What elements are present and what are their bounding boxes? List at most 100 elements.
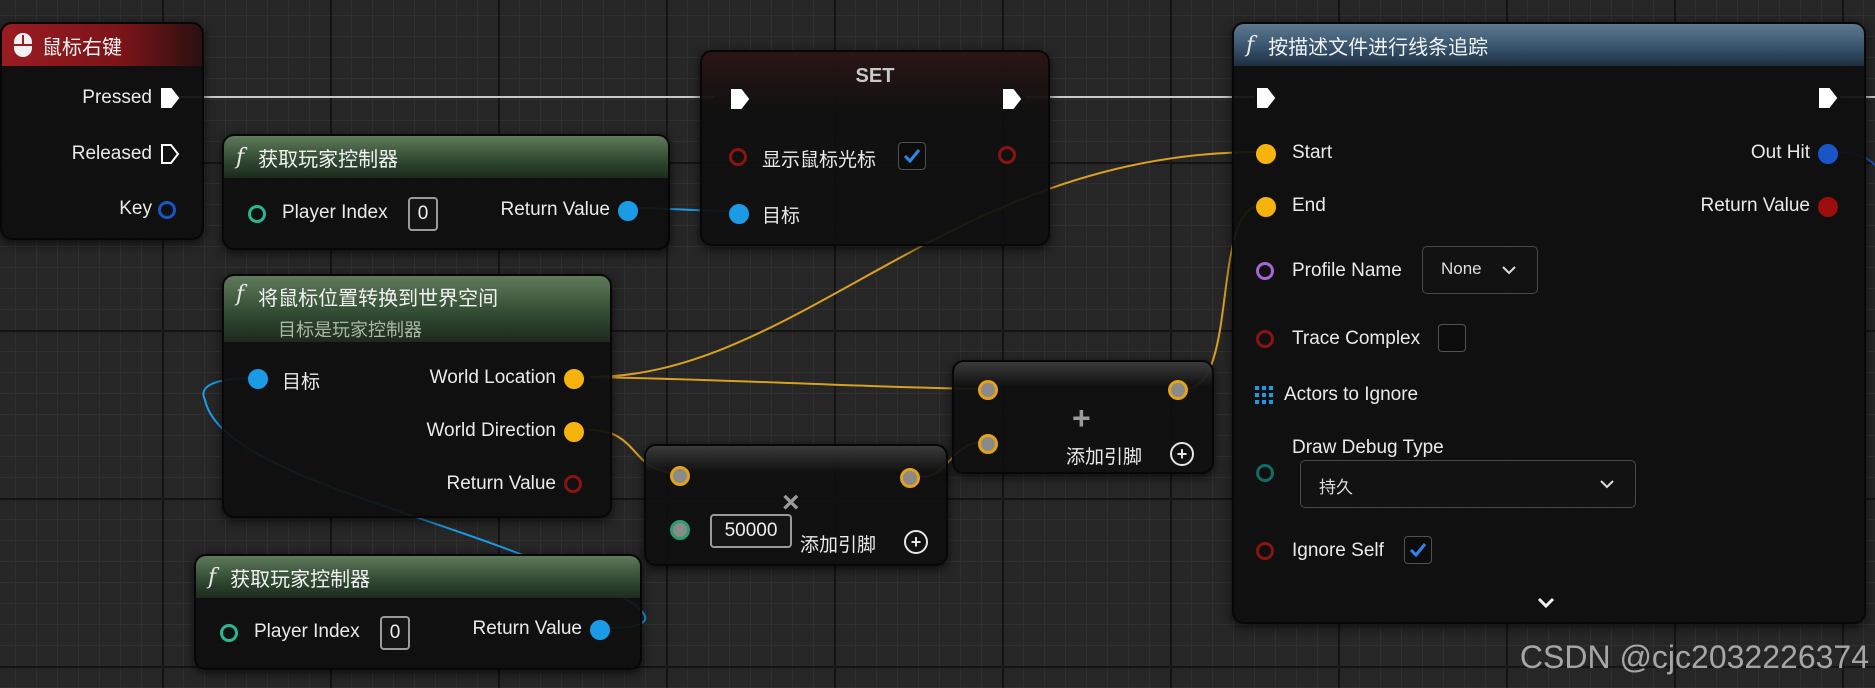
show-cursor-out-pin[interactable]	[998, 146, 1016, 164]
draw-debug-type-pin[interactable]	[1256, 464, 1274, 482]
add-in-b-pin[interactable]	[978, 434, 998, 454]
ignore-self-pin[interactable]	[1256, 542, 1274, 560]
player-index-value-2[interactable]: 0	[380, 616, 410, 650]
add-pin-icon[interactable]: +	[1170, 442, 1194, 466]
add-node[interactable]: + 添加引脚 +	[952, 360, 1214, 474]
world-direction-label: World Direction	[426, 420, 556, 441]
event-node-right-mouse[interactable]: 鼠标右键 Pressed Released Key	[0, 22, 204, 240]
chevron-down-icon	[1502, 266, 1516, 275]
multiply-node[interactable]: × 50000 添加引脚 +	[644, 444, 948, 566]
profile-name-pin[interactable]	[1256, 262, 1274, 280]
get-player-controller-node-1[interactable]: f 获取玩家控制器 Player Index 0 Return Value	[222, 134, 670, 250]
add-out-pin[interactable]	[1168, 380, 1188, 400]
world-location-pin[interactable]	[564, 369, 584, 389]
deproject-return-pin[interactable]	[564, 475, 582, 493]
convert-mouse-title: 将鼠标位置转换到世界空间	[258, 288, 499, 310]
show-cursor-checkbox[interactable]	[898, 142, 926, 170]
multiply-value[interactable]: 50000	[710, 514, 792, 548]
get-controller-header-2: f 获取玩家控制器	[196, 556, 640, 598]
add-symbol: +	[1072, 400, 1091, 436]
get-controller-title-1: 获取玩家控制器	[258, 148, 399, 171]
trace-return-pin[interactable]	[1818, 197, 1838, 217]
set-exec-out-pin[interactable]	[1002, 88, 1022, 110]
set-target-pin[interactable]	[729, 204, 749, 224]
get-controller-title-2: 获取玩家控制器	[230, 568, 371, 591]
get-player-controller-node-2[interactable]: f 获取玩家控制器 Player Index 0 Return Value	[194, 554, 642, 670]
expand-chevron-icon[interactable]	[1536, 596, 1556, 610]
ignore-self-label: Ignore Self	[1292, 540, 1384, 561]
draw-debug-type-dropdown[interactable]: 持久	[1300, 460, 1636, 508]
get-controller-header-1: f 获取玩家控制器	[224, 136, 668, 178]
multiply-in-a-pin[interactable]	[670, 466, 690, 486]
event-title: 鼠标右键	[42, 36, 122, 59]
line-trace-by-profile-node[interactable]: f 按描述文件进行线条追踪 Start Out Hit End Return Va…	[1232, 22, 1866, 624]
show-cursor-in-pin[interactable]	[729, 148, 747, 166]
multiply-in-b-pin[interactable]	[670, 520, 690, 540]
multiply-out-pin[interactable]	[900, 468, 920, 488]
event-header: 鼠标右键	[2, 24, 202, 66]
trace-complex-checkbox[interactable]	[1438, 324, 1466, 352]
watermark: CSDN @cjc2032226374	[1519, 639, 1869, 675]
trace-complex-label: Trace Complex	[1292, 328, 1421, 349]
player-index-value-1[interactable]: 0	[408, 197, 438, 231]
world-direction-pin[interactable]	[564, 422, 584, 442]
trace-exec-out-pin[interactable]	[1818, 87, 1838, 109]
profile-name-dropdown[interactable]: None	[1422, 246, 1538, 294]
deproject-return-label: Return Value	[446, 473, 557, 494]
set-title: SET	[855, 65, 895, 87]
end-label: End	[1292, 195, 1326, 216]
convert-mouse-to-world-node[interactable]: f 将鼠标位置转换到世界空间 目标是玩家控制器 目标 World Location…	[222, 274, 612, 518]
draw-debug-type-label: Draw Debug Type	[1292, 437, 1444, 458]
pressed-exec-pin[interactable]	[160, 87, 180, 109]
released-exec-pin[interactable]	[160, 143, 180, 165]
show-cursor-label: 显示鼠标光标	[762, 150, 877, 171]
add-add-pin-label: 添加引脚	[1066, 447, 1143, 468]
array-icon[interactable]	[1255, 386, 1273, 404]
player-index-label-1: Player Index	[282, 202, 388, 223]
world-location-label: World Location	[429, 367, 556, 388]
line-trace-title: 按描述文件进行线条追踪	[1268, 36, 1489, 59]
trace-exec-in-pin[interactable]	[1256, 87, 1276, 109]
convert-mouse-subtitle: 目标是玩家控制器	[278, 320, 422, 340]
multiply-add-pin-label: 添加引脚	[800, 535, 877, 556]
add-pin-icon[interactable]: +	[904, 530, 928, 554]
checkmark-icon	[903, 149, 921, 164]
return-value-pin-1[interactable]	[618, 201, 638, 221]
key-pin[interactable]	[158, 201, 176, 219]
actors-to-ignore-label: Actors to Ignore	[1284, 384, 1419, 405]
out-hit-label: Out Hit	[1750, 142, 1810, 163]
profile-name-value: None	[1441, 259, 1482, 278]
chevron-down-icon	[1600, 480, 1614, 489]
set-exec-in-pin[interactable]	[730, 88, 750, 110]
trace-complex-pin[interactable]	[1256, 330, 1274, 348]
set-node[interactable]: SET 显示鼠标光标 目标	[700, 50, 1050, 246]
player-index-pin-1[interactable]	[248, 205, 266, 223]
function-icon: f	[236, 144, 245, 170]
start-pin[interactable]	[1256, 144, 1276, 164]
released-label: Released	[71, 143, 152, 164]
return-value-pin-2[interactable]	[590, 620, 610, 640]
trace-return-label: Return Value	[1700, 195, 1811, 216]
return-value-label-1: Return Value	[500, 199, 611, 220]
profile-name-label: Profile Name	[1292, 260, 1402, 281]
deproject-target-pin[interactable]	[248, 369, 268, 389]
end-pin[interactable]	[1256, 197, 1276, 217]
draw-debug-type-value: 持久	[1319, 478, 1353, 497]
set-target-label: 目标	[762, 206, 801, 227]
add-in-a-pin[interactable]	[978, 380, 998, 400]
ignore-self-checkbox[interactable]	[1404, 536, 1432, 564]
key-label: Key	[119, 198, 152, 219]
deproject-target-label: 目标	[282, 372, 321, 393]
mouse-icon	[14, 33, 32, 57]
function-icon: f	[236, 282, 245, 307]
function-icon: f	[208, 564, 217, 590]
checkmark-icon	[1409, 543, 1427, 558]
player-index-label-2: Player Index	[254, 621, 360, 642]
pressed-label: Pressed	[82, 87, 152, 108]
return-value-label-2: Return Value	[472, 618, 583, 639]
line-trace-header: f 按描述文件进行线条追踪	[1234, 24, 1864, 66]
function-icon: f	[1246, 32, 1255, 58]
start-label: Start	[1292, 142, 1333, 163]
player-index-pin-2[interactable]	[220, 624, 238, 642]
out-hit-pin[interactable]	[1818, 144, 1838, 164]
